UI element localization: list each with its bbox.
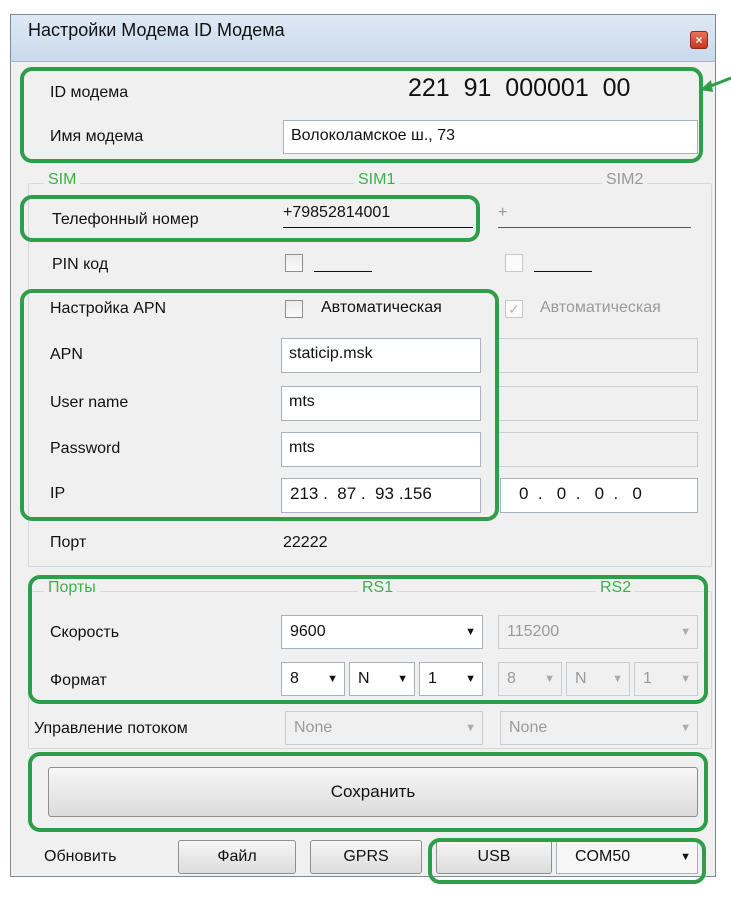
- username2-input[interactable]: [498, 386, 698, 421]
- highlight-ports: [28, 575, 708, 704]
- ip2-input[interactable]: 0 . 0 . 0 . 0: [500, 478, 698, 513]
- port-label: Порт: [50, 534, 87, 551]
- pin2-field[interactable]: [534, 252, 592, 272]
- highlight-usb-com: [428, 838, 706, 884]
- chevron-down-icon[interactable]: ▼: [680, 712, 691, 744]
- apn2-input[interactable]: [498, 338, 698, 373]
- auto-apn2-checkbox[interactable]: ✓: [505, 300, 523, 318]
- chevron-down-icon[interactable]: ▼: [465, 712, 476, 744]
- pin1-field[interactable]: [314, 252, 372, 272]
- window-title: Настройки Модема ID Модема: [28, 20, 285, 40]
- sim1-column-label: SIM1: [354, 171, 400, 189]
- gprs-button[interactable]: GPRS: [310, 840, 422, 874]
- highlight-phone: [20, 195, 480, 242]
- flow2-select[interactable]: None ▼: [500, 711, 698, 745]
- port-value: 22222: [283, 534, 328, 551]
- flow-control-label: Управление потоком: [34, 720, 188, 737]
- close-icon[interactable]: ×: [690, 31, 708, 49]
- flow1-select[interactable]: None ▼: [285, 711, 483, 745]
- flow1-value: None: [294, 719, 333, 736]
- pin1-checkbox[interactable]: [285, 254, 303, 272]
- highlight-apn-settings: [20, 289, 499, 521]
- file-button[interactable]: Файл: [178, 840, 296, 874]
- highlight-save: [28, 752, 708, 832]
- flow2-value: None: [509, 719, 548, 736]
- refresh-label: Обновить: [44, 848, 117, 865]
- pin2-checkbox[interactable]: [505, 254, 523, 272]
- password2-input[interactable]: [498, 432, 698, 467]
- phone2-field[interactable]: +: [498, 204, 691, 228]
- sim2-column-label: SIM2: [602, 171, 648, 189]
- highlight-modem-id: [20, 67, 703, 163]
- sim-group-label: SIM: [44, 171, 81, 189]
- pin-label: PIN код: [52, 256, 109, 273]
- auto-apn2-label: Автоматическая: [540, 299, 661, 316]
